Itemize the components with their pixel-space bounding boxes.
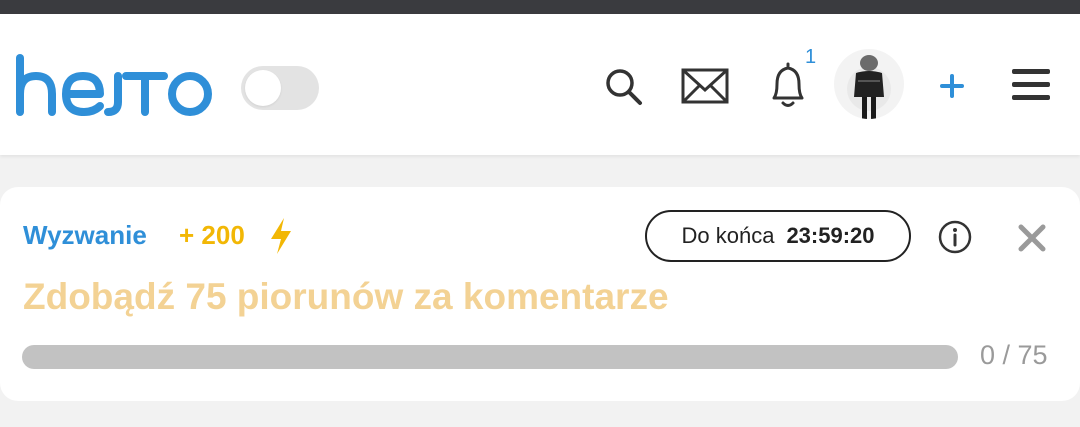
challenge-label: Wyzwanie (23, 220, 147, 250)
plus-icon[interactable] (938, 72, 966, 100)
user-avatar-image (847, 55, 891, 119)
hejto-logo[interactable]: hejto (14, 54, 214, 118)
challenge-progress-bar (22, 345, 958, 369)
app-header: hejto 1 (0, 14, 1080, 155)
timer-value: 23:59:20 (786, 223, 875, 248)
info-icon[interactable] (938, 220, 972, 254)
timer-label: Do końca (681, 223, 775, 248)
close-icon[interactable] (1017, 223, 1047, 253)
notification-count: 1 (805, 46, 817, 68)
countdown-timer: Do końca 23:59:20 (645, 210, 911, 262)
lightning-bolt-icon (271, 218, 291, 254)
toggle-knob (245, 70, 281, 106)
avatar[interactable] (834, 49, 904, 119)
hamburger-menu-icon[interactable] (1010, 66, 1052, 104)
progress-text: 0 / 75 (980, 340, 1048, 370)
challenge-title: Zdobądź 75 piorunów za komentarze (23, 276, 669, 317)
status-bar (0, 0, 1080, 14)
challenge-reward: + 200 (179, 220, 245, 250)
dark-mode-toggle[interactable] (241, 66, 319, 110)
bell-icon[interactable] (766, 60, 810, 110)
search-icon[interactable] (603, 66, 643, 106)
mail-icon[interactable] (681, 66, 729, 106)
